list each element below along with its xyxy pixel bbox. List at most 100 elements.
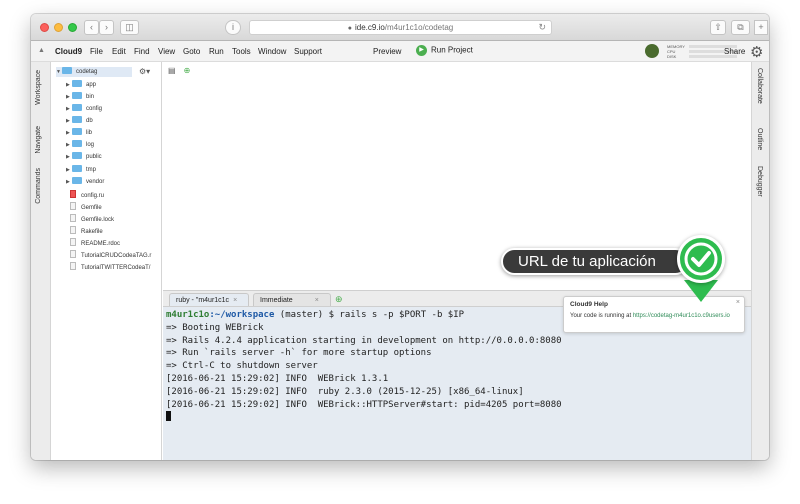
menu-edit[interactable]: Edit [112, 47, 126, 56]
sidebar-toggle-icon[interactable]: ◫ [120, 20, 139, 35]
tree-file-label: TutorialCRUDCodeaTAG.r [81, 253, 152, 259]
file-icon [70, 238, 76, 246]
tree-folder[interactable]: ▶ log [66, 140, 94, 150]
terminal-cursor-line [166, 411, 748, 425]
prompt-user: m4ur1c1o [166, 310, 210, 320]
avatar[interactable] [645, 44, 659, 58]
reload-icon[interactable]: ↻ [538, 21, 546, 34]
tab-immediate[interactable]: Immediate × [253, 293, 331, 306]
tree-folder[interactable]: ▶ bin [66, 92, 94, 102]
folder-icon [72, 128, 82, 135]
tree-root-label: codetag [76, 69, 98, 75]
terminal-line: [2016-06-21 15:29:02] INFO WEBrick::HTTP… [166, 399, 562, 410]
close-icon[interactable]: × [233, 297, 237, 304]
ruby-file-icon [70, 190, 76, 198]
tree-folder-label: log [86, 142, 95, 148]
tree-file[interactable]: Gemfile.lock [66, 214, 114, 224]
tab-terminal[interactable]: ruby - "m4ur1c1c × [169, 293, 249, 306]
app-url-link[interactable]: https://codetag-m4ur1c1o.c9users.io [633, 313, 730, 319]
preview-button[interactable]: Preview [373, 47, 401, 56]
back-icon[interactable]: ‹ [84, 20, 99, 35]
tree-file[interactable]: TutorialTWITTERCodeaT/ [66, 262, 150, 272]
tree-settings-icon[interactable]: ⚙▾ [139, 67, 150, 76]
tree-folder[interactable]: ▶ public [66, 152, 102, 162]
tree-file-label: Rakefile [81, 229, 103, 235]
tree-file-label: Gemfile.lock [81, 217, 115, 223]
tab-terminal-label: ruby - "m4ur1c1c [176, 297, 230, 304]
tabs-overview-icon[interactable]: ⧉ [731, 20, 750, 35]
tree-folder[interactable]: ▶ vendor [66, 177, 104, 187]
close-icon[interactable]: × [315, 297, 319, 304]
tree-folder-label: bin [86, 94, 95, 100]
add-tab-icon[interactable]: ⊕ [184, 66, 191, 75]
menu-file[interactable]: File [90, 47, 103, 56]
share-icon[interactable]: ⇧ [710, 20, 726, 35]
tree-file-label: TutorialTWITTERCodeaT/ [81, 265, 151, 271]
close-icon[interactable]: × [736, 299, 740, 306]
prompt-path: :~/workspace [209, 310, 275, 320]
url-callout: URL de tu aplicación [501, 248, 689, 275]
menu-window[interactable]: Window [258, 47, 286, 56]
menu-goto[interactable]: Goto [183, 47, 200, 56]
folder-icon [72, 177, 82, 184]
menu-tools[interactable]: Tools [232, 47, 251, 56]
tree-folder[interactable]: ▶ app [66, 80, 96, 90]
add-terminal-icon[interactable]: ⊕ [335, 294, 343, 305]
ide-menubar: ▲ Cloud9 File Edit Find View Goto Run To… [31, 41, 769, 62]
url-host: ide.c9.io [354, 23, 385, 32]
file-icon [70, 262, 76, 270]
info-icon[interactable]: i [225, 20, 241, 35]
tree-folder-label: app [86, 82, 97, 88]
browser-window: ‹ › ◫ i ● ide.c9.io/m4ur1c1o/codetag ↻ ⇧ … [31, 14, 769, 460]
editor-toolbar: ▤ ⊕ [168, 66, 190, 75]
minimize-window-button[interactable] [54, 23, 63, 32]
run-project-button[interactable]: ▶ Run Project [416, 45, 473, 56]
editor-tabs-icon[interactable]: ▤ [168, 66, 176, 75]
menu-support[interactable]: Support [294, 47, 322, 56]
tree-folder[interactable]: ▶ db [66, 116, 93, 126]
folder-icon [62, 67, 72, 74]
folder-icon [72, 152, 82, 159]
tree-folder-label: config [86, 106, 103, 112]
folder-icon [72, 116, 82, 123]
collapse-icon[interactable]: ▲ [38, 47, 45, 54]
tab-navigate[interactable]: Navigate [35, 126, 42, 154]
forward-icon[interactable]: › [99, 20, 114, 35]
menu-view[interactable]: View [158, 47, 175, 56]
help-title: Cloud9 Help [570, 301, 608, 308]
tree-file[interactable]: Rakefile [66, 226, 103, 236]
share-button[interactable]: Share [724, 47, 745, 56]
tree-folder-label: lib [86, 130, 93, 136]
browser-toolbar: ‹ › ◫ i ● ide.c9.io/m4ur1c1o/codetag ↻ ⇧ … [31, 14, 769, 41]
tree-file-label: config.ru [81, 193, 105, 199]
url-path: /m4ur1c1o/codetag [384, 23, 454, 32]
tree-root[interactable]: ▼ codetag [56, 67, 132, 77]
tree-folder[interactable]: ▶ tmp [66, 165, 96, 175]
tree-file[interactable]: TutorialCRUDCodeaTAG.r [66, 250, 151, 260]
new-tab-icon[interactable]: + [754, 20, 768, 35]
maximize-window-button[interactable] [68, 23, 77, 32]
folder-icon [72, 140, 82, 147]
tree-file[interactable]: README.rdoc [66, 238, 120, 248]
left-panel-tabs: Workspace Navigate Commands [31, 62, 51, 460]
menu-run[interactable]: Run [209, 47, 224, 56]
terminal-line: [2016-06-21 15:29:02] INFO ruby 2.3.0 (2… [166, 386, 524, 397]
tree-folder[interactable]: ▶ config [66, 104, 102, 114]
address-bar[interactable]: ● ide.c9.io/m4ur1c1o/codetag ↻ [249, 20, 552, 35]
tab-workspace[interactable]: Workspace [35, 70, 42, 105]
tab-outline[interactable]: Outline [756, 128, 763, 150]
tree-file[interactable]: Gemfile [66, 202, 102, 212]
terminal-line: => Run `rails server -h` for more startu… [166, 348, 432, 359]
cloud9-brand[interactable]: Cloud9 [55, 47, 82, 56]
gear-icon[interactable]: ⚙ [750, 43, 763, 61]
menu-find[interactable]: Find [134, 47, 150, 56]
tree-file[interactable]: config.ru [66, 190, 104, 200]
close-window-button[interactable] [40, 23, 49, 32]
tree-folder[interactable]: ▶ lib [66, 128, 92, 138]
tab-commands[interactable]: Commands [35, 168, 42, 204]
tab-collaborate[interactable]: Collaborate [756, 68, 763, 104]
run-project-label: Run Project [431, 45, 473, 55]
right-panel-tabs: Collaborate Outline Debugger [751, 62, 769, 460]
tab-debugger[interactable]: Debugger [756, 166, 763, 197]
help-text: Your code is running at [570, 313, 633, 319]
